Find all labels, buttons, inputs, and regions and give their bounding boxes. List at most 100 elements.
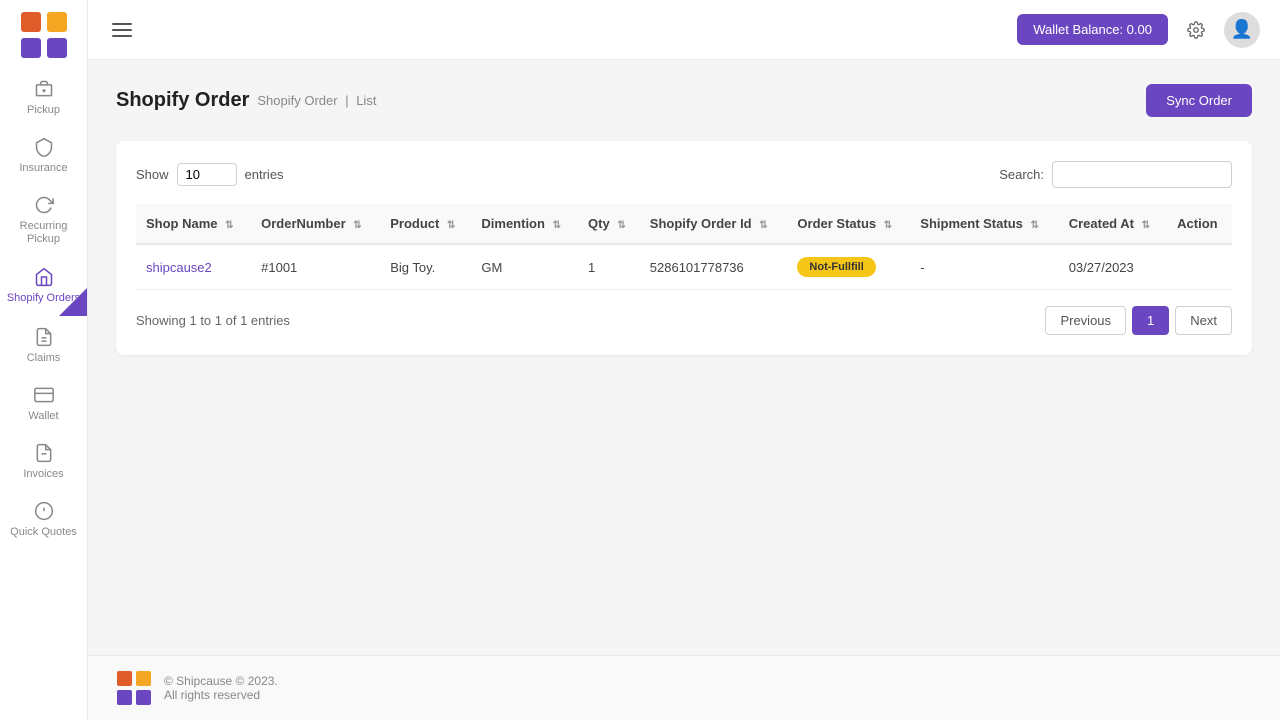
breadcrumb-link[interactable]: Shopify Order [257, 93, 337, 108]
status-badge: Not-Fullfill [797, 257, 875, 277]
cell-order-number: #1001 [251, 244, 380, 290]
footer-copyright: © Shipcause © 2023. [164, 674, 278, 688]
pagination: Previous 1 Next [1045, 306, 1232, 335]
cell-qty: 1 [578, 244, 640, 290]
cell-created-at: 03/27/2023 [1059, 244, 1167, 290]
col-created-at: Created At ⇅ [1059, 204, 1167, 244]
sort-icon-product[interactable]: ⇅ [447, 220, 455, 231]
table-controls: Show entries Search: [136, 161, 1232, 188]
col-action: Action [1167, 204, 1232, 244]
table-row: shipcause2 #1001 Big Toy. GM 1 528610177… [136, 244, 1232, 290]
col-qty: Qty ⇅ [578, 204, 640, 244]
cell-action [1167, 244, 1232, 290]
footer: © Shipcause © 2023. All rights reserved [88, 655, 1280, 720]
refresh-icon [33, 194, 55, 216]
sidebar-item-pickup[interactable]: Pickup [0, 68, 87, 126]
hamburger-button[interactable] [108, 19, 136, 41]
orders-table: Shop Name ⇅ OrderNumber ⇅ Product ⇅ Di [136, 204, 1232, 290]
shield-icon [33, 136, 55, 158]
page-1-button[interactable]: 1 [1132, 306, 1169, 335]
file-icon [33, 326, 55, 348]
sort-icon-order-status[interactable]: ⇅ [884, 220, 892, 231]
breadcrumb-current: List [356, 93, 376, 108]
sidebar-item-shopify-orders[interactable]: Shopify Orders [0, 256, 87, 315]
topbar-left [108, 19, 136, 41]
show-label: Show [136, 167, 169, 182]
sort-icon-dimention[interactable]: ⇅ [553, 220, 561, 231]
col-order-status: Order Status ⇅ [787, 204, 910, 244]
hamburger-line-2 [112, 29, 132, 31]
sidebar-item-recurring-pickup[interactable]: Recurring Pickup [0, 184, 87, 256]
sort-icon-order-number[interactable]: ⇅ [353, 220, 361, 231]
sidebar-logo [19, 10, 69, 60]
table-card: Show entries Search: Shop Name ⇅ [116, 141, 1252, 355]
sidebar-item-claims[interactable]: Claims [0, 316, 87, 374]
footer-text: © Shipcause © 2023. All rights reserved [164, 674, 278, 702]
sidebar-item-wallet-label: Wallet [28, 410, 58, 422]
col-shipment-status: Shipment Status ⇅ [910, 204, 1058, 244]
search-input[interactable] [1052, 161, 1232, 188]
page-header: Shopify Order Shopify Order | List Sync … [116, 84, 1252, 117]
cell-shopify-order-id: 5286101778736 [640, 244, 788, 290]
wallet-icon [33, 384, 55, 406]
topbar-right: Wallet Balance: 0.00 👤 [1017, 12, 1260, 48]
sidebar-item-wallet[interactable]: Wallet [0, 374, 87, 432]
sort-icon-created-at[interactable]: ⇅ [1142, 220, 1150, 231]
footer-logo [116, 670, 152, 706]
col-shop-name: Shop Name ⇅ [136, 204, 251, 244]
table-footer: Showing 1 to 1 of 1 entries Previous 1 N… [136, 306, 1232, 335]
sidebar-item-insurance-label: Insurance [19, 162, 67, 174]
sidebar: Pickup Insurance Recurring Pickup Shopif… [0, 0, 88, 720]
main-area: Wallet Balance: 0.00 👤 Shopify Order Sho… [88, 0, 1280, 720]
sort-icon-shopify-order-id[interactable]: ⇅ [759, 220, 767, 231]
previous-button[interactable]: Previous [1045, 306, 1126, 335]
cell-product: Big Toy. [380, 244, 471, 290]
sort-icon-qty[interactable]: ⇅ [617, 220, 625, 231]
showing-text: Showing 1 to 1 of 1 entries [136, 313, 290, 328]
hamburger-line-1 [112, 23, 132, 25]
page-content: Shopify Order Shopify Order | List Sync … [88, 60, 1280, 655]
avatar[interactable]: 👤 [1224, 12, 1260, 48]
entries-input[interactable] [177, 163, 237, 186]
sidebar-item-claims-label: Claims [27, 352, 61, 364]
sync-order-button[interactable]: Sync Order [1146, 84, 1252, 117]
cell-shop-name: shipcause2 [136, 244, 251, 290]
sidebar-item-shopify-label: Shopify Orders [7, 292, 80, 305]
sidebar-item-invoices-label: Invoices [23, 468, 63, 480]
col-order-number: OrderNumber ⇅ [251, 204, 380, 244]
page-title-section: Shopify Order Shopify Order | List [116, 89, 376, 112]
col-product: Product ⇅ [380, 204, 471, 244]
sidebar-item-recurring-label: Recurring Pickup [4, 220, 83, 246]
col-shopify-order-id: Shopify Order Id ⇅ [640, 204, 788, 244]
sidebar-item-insurance[interactable]: Insurance [0, 126, 87, 184]
cell-shipment-status: - [910, 244, 1058, 290]
settings-icon [1187, 21, 1205, 39]
settings-button[interactable] [1180, 14, 1212, 46]
box-icon [33, 78, 55, 100]
quote-icon [33, 500, 55, 522]
page-title: Shopify Order [116, 89, 249, 112]
sort-icon-shop-name[interactable]: ⇅ [225, 220, 233, 231]
sidebar-item-quick-quotes-label: Quick Quotes [10, 526, 77, 539]
cell-dimention: GM [471, 244, 578, 290]
sidebar-item-invoices[interactable]: Invoices [0, 432, 87, 490]
store-icon [33, 266, 55, 288]
sidebar-item-pickup-label: Pickup [27, 104, 60, 116]
table-header-row: Shop Name ⇅ OrderNumber ⇅ Product ⇅ Di [136, 204, 1232, 244]
cell-order-status: Not-Fullfill [787, 244, 910, 290]
hamburger-line-3 [112, 35, 132, 37]
breadcrumb-separator: | [345, 93, 348, 108]
search-label: Search: [999, 167, 1044, 182]
entries-label: entries [245, 167, 284, 182]
topbar: Wallet Balance: 0.00 👤 [88, 0, 1280, 60]
footer-rights: All rights reserved [164, 688, 278, 702]
col-dimention: Dimention ⇅ [471, 204, 578, 244]
breadcrumb: Shopify Order | List [257, 93, 376, 108]
show-entries-section: Show entries [136, 163, 284, 186]
sidebar-item-quick-quotes[interactable]: Quick Quotes [0, 490, 87, 549]
next-button[interactable]: Next [1175, 306, 1232, 335]
invoice-icon [33, 442, 55, 464]
sort-icon-shipment-status[interactable]: ⇅ [1031, 220, 1039, 231]
avatar-icon: 👤 [1231, 19, 1253, 40]
wallet-balance-button[interactable]: Wallet Balance: 0.00 [1017, 14, 1168, 45]
